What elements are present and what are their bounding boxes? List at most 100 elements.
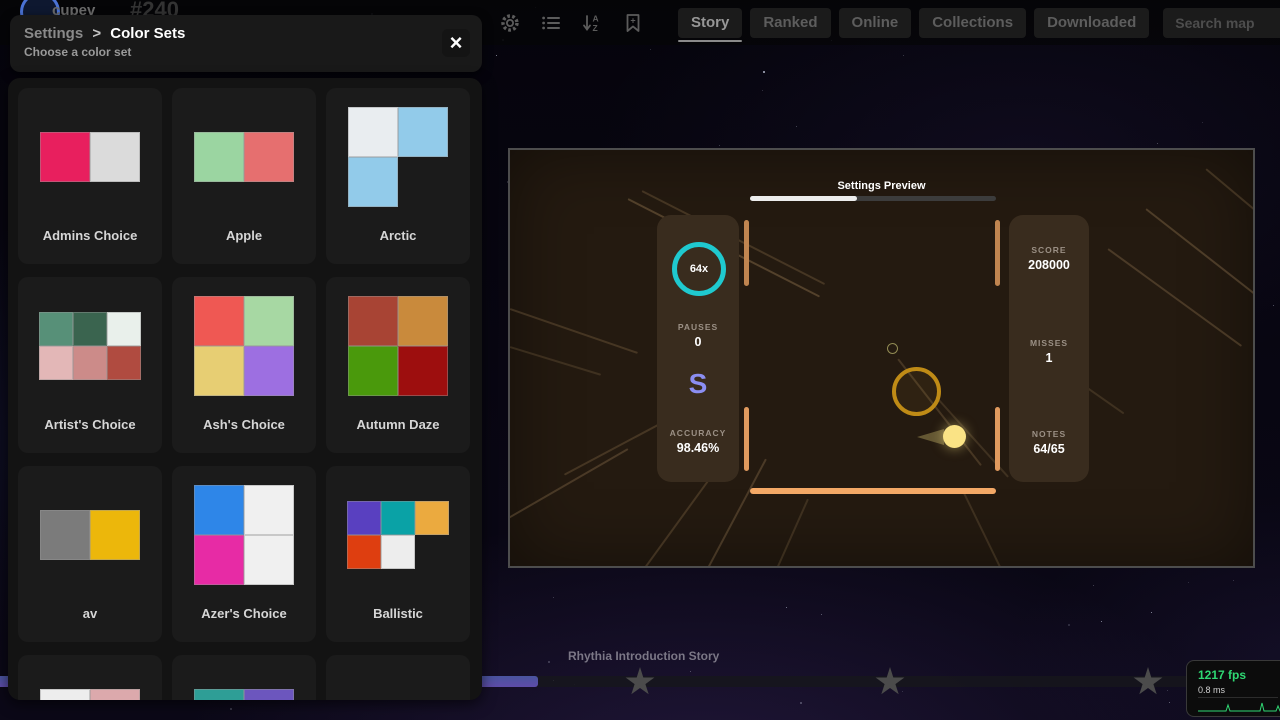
settings-preview-panel: Settings Preview 64x PAUSES 0 S ACCURACY… [508,148,1255,568]
swatch-cell [244,485,294,535]
background-star [1202,122,1203,123]
color-set-card[interactable] [18,655,162,700]
color-swatch [172,655,316,700]
tab-collections[interactable]: Collections [919,8,1026,38]
swatch-cell [348,296,398,346]
background-star [1169,702,1170,703]
fps-counter: 1217 fps 0.8 ms [1186,660,1280,717]
background-star [690,671,691,672]
score-value: 208000 [1008,258,1090,272]
color-set-card-ballistic[interactable]: Ballistic [326,466,470,642]
color-swatch [18,655,162,700]
close-icon[interactable]: × [442,29,470,57]
fps-graph [1198,700,1280,713]
fps-value: 1217 fps [1198,668,1280,682]
swatch-cell [194,346,244,396]
motion-streak [613,480,709,568]
swatch-cell [415,535,449,569]
tab-story[interactable]: Story [678,8,742,38]
background-star [786,607,787,608]
background-star [1068,624,1070,626]
color-swatch [326,277,470,415]
bookmark-add-icon[interactable]: + [623,13,643,33]
notes-label: NOTES [1008,429,1090,439]
field-corner-bar-bottom-left [744,407,749,471]
breadcrumb-color-sets: Color Sets [110,25,185,42]
color-swatch [18,277,162,415]
background-star [762,90,763,91]
swatch-cell [39,312,73,346]
svg-text:A: A [593,13,599,23]
notes-stat: NOTES 64/65 [1008,429,1090,456]
color-set-name: Ash's Choice [203,417,285,432]
story-map-title: Rhythia Introduction Story [568,649,719,663]
background-star [553,597,554,598]
swatch-cell [40,132,90,182]
color-set-name: Ballistic [373,606,423,621]
field-corner-bar-top-right [995,220,1000,286]
breadcrumb-settings[interactable]: Settings [24,25,83,42]
swatch-cell [415,501,449,535]
sort-az-icon[interactable]: A Z [582,13,602,33]
swatch-cell [107,312,141,346]
color-set-card-av[interactable]: av [18,466,162,642]
color-set-list: Admins Choice Apple Arctic Artist's Choice A… [8,78,482,700]
color-set-card-admins-choice[interactable]: Admins Choice [18,88,162,264]
background-star [763,71,765,73]
nav-bar: A Z + Story Ranked OnlineCollections Downlo… [500,0,1280,45]
pauses-stat: PAUSES 0 [657,322,739,349]
tab-ranked[interactable]: Ranked [750,8,830,38]
player-cursor [943,425,966,448]
color-set-name: Apple [226,228,262,243]
swatch-cell [244,346,294,396]
swatch-cell [40,689,90,700]
background-star [230,708,232,710]
color-set-card-ash-s-choice[interactable]: Ash's Choice [172,277,316,453]
background-star [548,661,550,663]
swatch-cell [90,132,140,182]
preview-title: Settings Preview [510,180,1253,192]
motion-streak [1107,248,1242,347]
color-set-card[interactable] [326,655,470,700]
search-input[interactable] [1163,8,1280,38]
swatch-cell [381,501,415,535]
color-set-card-autumn-daze[interactable]: Autumn Daze [326,277,470,453]
background-star [1157,143,1158,144]
color-set-name: av [83,606,97,621]
combo-ring: 64x [672,242,726,296]
accuracy-value: 98.46% [657,441,739,455]
tab-downloaded[interactable]: Downloaded [1034,8,1149,38]
combo-value: 64x [690,263,708,275]
misses-label: MISSES [1008,338,1090,348]
color-swatch [18,466,162,604]
accuracy-label: ACCURACY [657,428,739,438]
background-star [1151,612,1152,613]
list-icon[interactable] [541,13,561,33]
background-star [903,55,904,56]
background-star [1167,690,1168,691]
color-set-card-apple[interactable]: Apple [172,88,316,264]
color-set-card-arctic[interactable]: Arctic [326,88,470,264]
swatch-cell [244,689,294,700]
tab-online[interactable]: Online [839,8,912,38]
color-set-name: Admins Choice [43,228,138,243]
swatch-cell [398,346,448,396]
swatch-cell [347,501,381,535]
color-set-card-artist-s-choice[interactable]: Artist's Choice [18,277,162,453]
color-set-card-azer-s-choice[interactable]: Azer's Choice [172,466,316,642]
score-label: SCORE [1008,245,1090,255]
swatch-cell [398,157,448,207]
misses-stat: MISSES 1 [1008,338,1090,365]
motion-streak [508,448,629,537]
field-corner-bar-bottom-right [995,407,1000,471]
swatch-cell [194,296,244,346]
swatch-cell [347,535,381,569]
color-set-card[interactable] [172,655,316,700]
swatch-cell [398,296,448,346]
settings-gear-icon[interactable] [500,13,520,33]
preview-song-progress-fill [750,196,857,201]
settings-header: Settings > Color Sets Choose a color set… [10,15,482,72]
swatch-cell [244,296,294,346]
color-set-name: Artist's Choice [44,417,135,432]
color-swatch [18,88,162,226]
